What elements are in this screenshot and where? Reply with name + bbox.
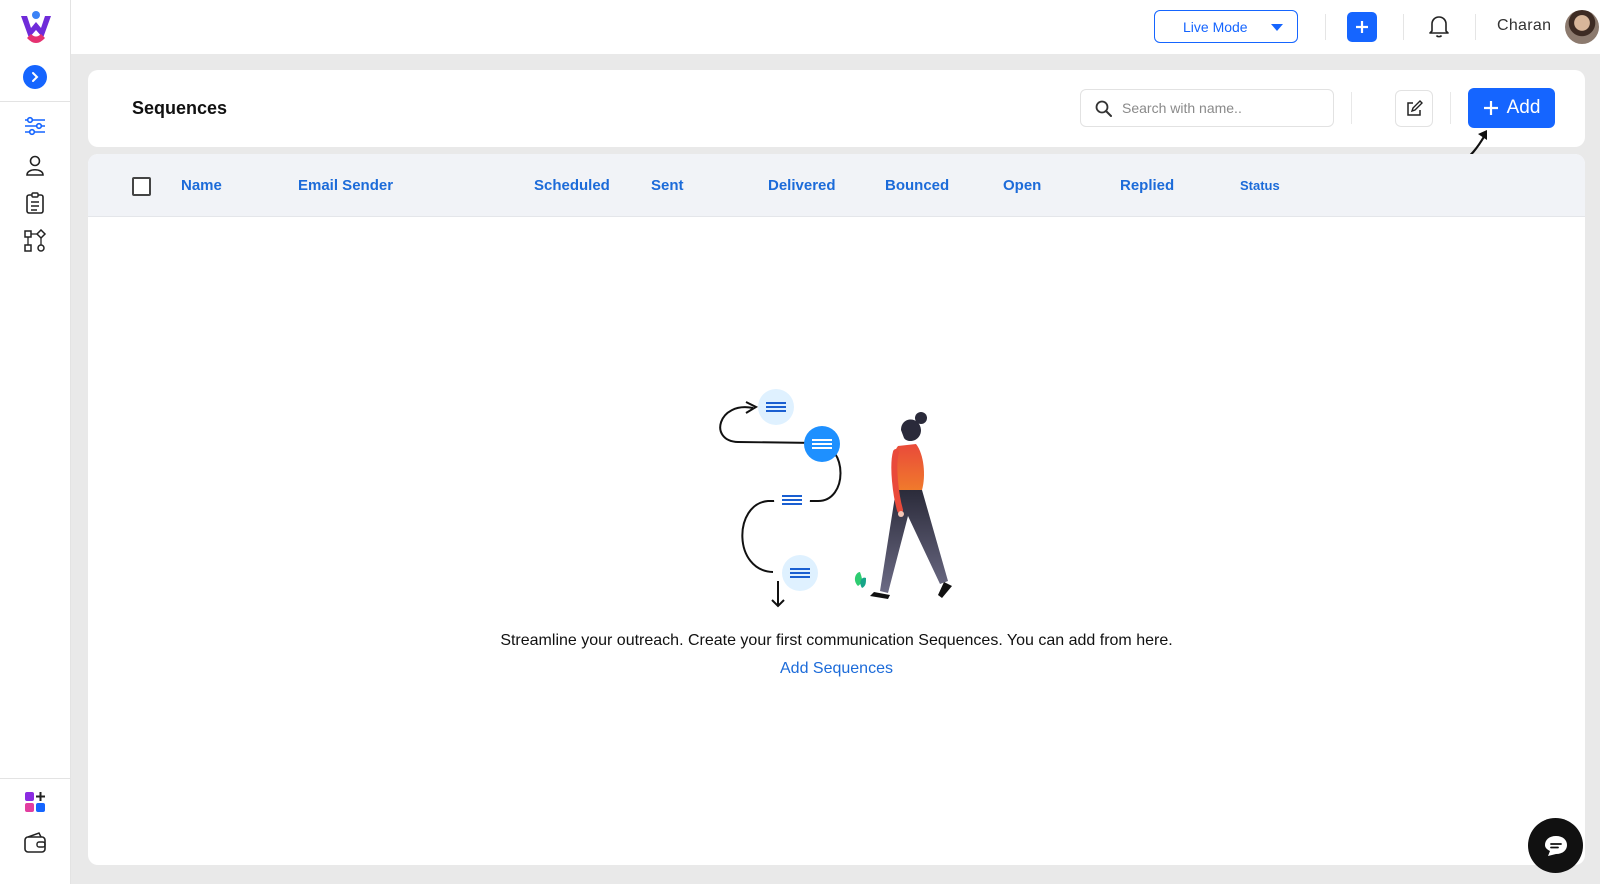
select-all-checkbox[interactable] xyxy=(132,177,151,196)
sidebar-item-sequences[interactable] xyxy=(22,113,48,139)
sidebar-expand-button[interactable] xyxy=(23,65,47,89)
topbar-divider xyxy=(1403,14,1404,40)
search-input[interactable] xyxy=(1122,100,1312,116)
add-button-label: Add xyxy=(1506,97,1541,118)
topbar-divider xyxy=(1475,14,1476,40)
column-header-delivered[interactable]: Delivered xyxy=(768,177,836,194)
mode-select-label: Live Mode xyxy=(1183,18,1248,35)
column-header-status[interactable]: Status xyxy=(1240,178,1280,193)
search-icon xyxy=(1095,100,1112,117)
add-sequence-button[interactable]: Add xyxy=(1468,88,1555,128)
chat-widget-button[interactable] xyxy=(1528,818,1583,873)
column-header-name[interactable]: Name xyxy=(181,177,222,194)
search-box[interactable] xyxy=(1080,89,1334,127)
user-avatar[interactable] xyxy=(1565,10,1599,44)
add-sequences-link[interactable]: Add Sequences xyxy=(88,660,1585,678)
sidebar-item-contacts[interactable] xyxy=(22,152,48,178)
user-icon xyxy=(26,155,44,176)
clipboard-list-icon xyxy=(26,192,44,214)
sidebar xyxy=(0,0,71,884)
column-header-bounced[interactable]: Bounced xyxy=(885,177,949,194)
column-header-scheduled[interactable]: Scheduled xyxy=(534,177,610,194)
apps-add-icon xyxy=(25,792,45,812)
chevron-right-icon xyxy=(32,72,39,82)
chat-bubble-icon xyxy=(1544,835,1567,856)
empty-state-illustration xyxy=(719,389,952,608)
caret-down-icon xyxy=(1271,24,1283,31)
page-header-card: Sequences Add xyxy=(88,70,1585,147)
top-bar: Live Mode Charan xyxy=(71,0,1600,54)
notifications-bell-icon[interactable] xyxy=(1425,12,1453,40)
plus-icon xyxy=(1356,21,1368,33)
workflow-icon xyxy=(24,229,47,252)
topbar-divider xyxy=(1325,14,1326,40)
mode-select[interactable]: Live Mode xyxy=(1154,10,1298,43)
column-header-open[interactable]: Open xyxy=(1003,177,1041,194)
empty-state-message: Streamline your outreach. Create your fi… xyxy=(500,632,1173,649)
edit-icon xyxy=(1407,99,1423,116)
sidebar-item-workflows[interactable] xyxy=(22,228,48,254)
sliders-icon xyxy=(25,116,45,136)
sidebar-divider xyxy=(0,101,71,102)
sidebar-item-wallet[interactable] xyxy=(22,830,48,856)
column-header-email-sender[interactable]: Email Sender xyxy=(298,177,393,194)
plus-icon xyxy=(1483,101,1498,115)
sidebar-item-apps[interactable] xyxy=(22,789,48,815)
edit-button[interactable] xyxy=(1395,90,1433,127)
column-header-sent[interactable]: Sent xyxy=(651,177,684,194)
user-name[interactable]: Charan xyxy=(1497,17,1551,35)
quick-add-button[interactable] xyxy=(1347,12,1377,42)
header-divider xyxy=(1351,92,1352,124)
wallet-icon xyxy=(24,832,46,853)
brand-logo-icon[interactable] xyxy=(17,8,55,46)
sidebar-item-lists[interactable] xyxy=(22,190,48,216)
header-divider xyxy=(1450,92,1451,124)
sidebar-divider xyxy=(0,778,71,779)
page-title: Sequences xyxy=(132,98,228,118)
column-header-replied[interactable]: Replied xyxy=(1120,177,1174,194)
table-header-row: Name Email Sender Scheduled Sent Deliver… xyxy=(88,154,1585,217)
sequences-table: Name Email Sender Scheduled Sent Deliver… xyxy=(88,154,1585,865)
